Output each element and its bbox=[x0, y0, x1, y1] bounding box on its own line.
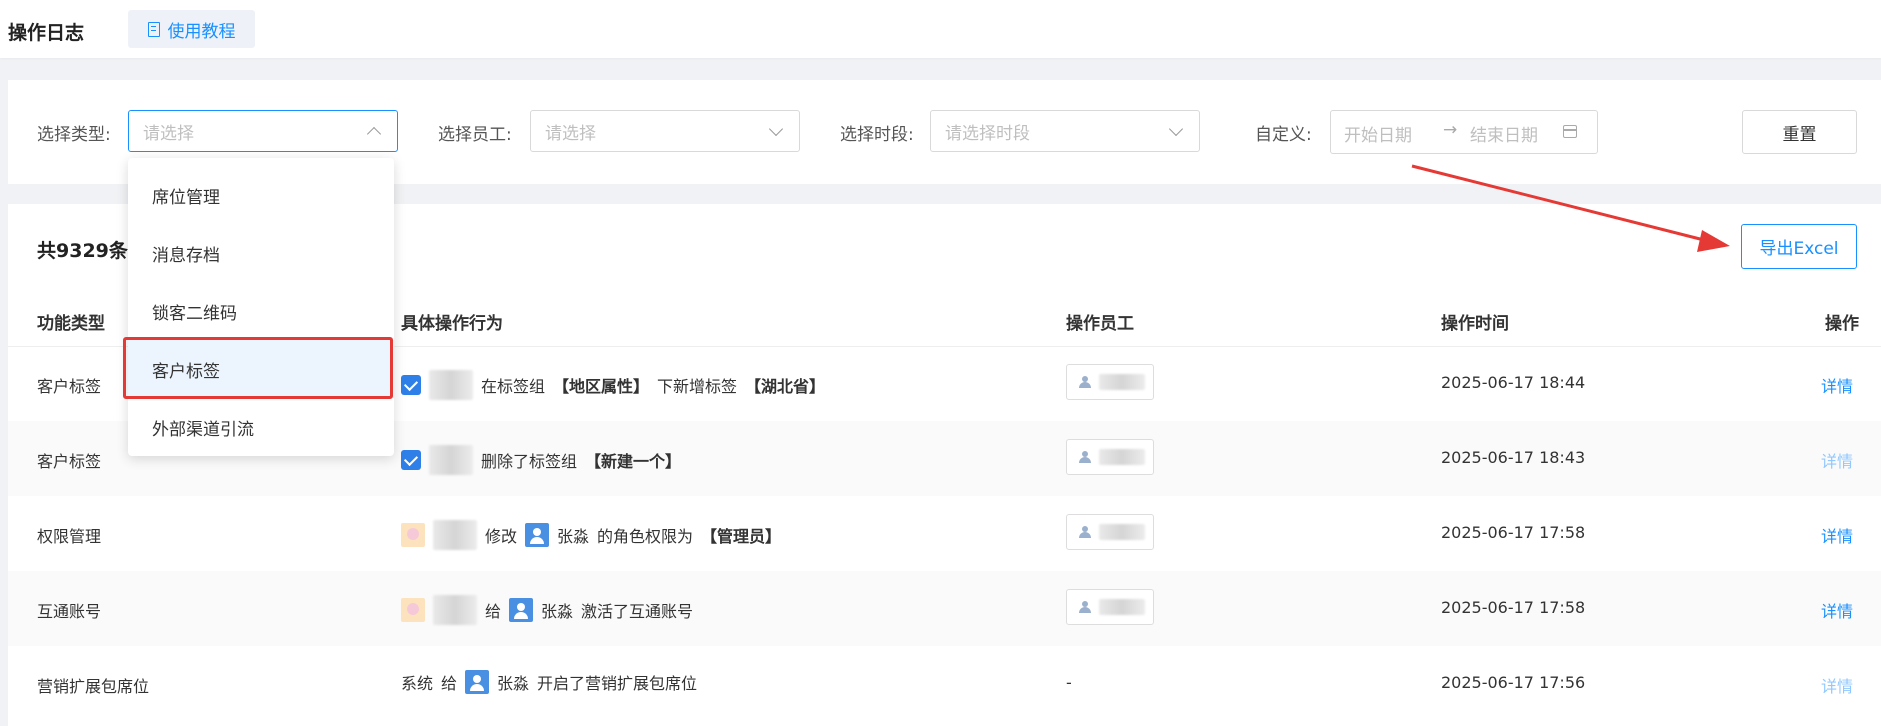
period-select-placeholder: 请选择时段 bbox=[945, 123, 1030, 144]
user-icon bbox=[525, 523, 550, 547]
employee-tag bbox=[1066, 439, 1154, 475]
avatar-icon bbox=[401, 523, 425, 547]
detail-link[interactable]: 详情 bbox=[1821, 448, 1853, 472]
operation-time: 2025-06-17 18:43 bbox=[1441, 448, 1586, 467]
operation-description: 给 张淼 激活了互通账号 bbox=[401, 595, 693, 625]
employee-tag bbox=[1066, 514, 1154, 550]
page-title: 操作日志 bbox=[8, 22, 85, 44]
tutorial-label: 使用教程 bbox=[167, 21, 236, 42]
start-date-input[interactable]: 开始日期 bbox=[1344, 121, 1412, 146]
reset-button[interactable]: 重置 bbox=[1742, 110, 1857, 154]
staff-filter-label: 选择员工: bbox=[438, 125, 512, 145]
redacted-name bbox=[433, 520, 477, 550]
redacted-name bbox=[429, 445, 473, 475]
type-select[interactable]: 请选择 bbox=[128, 110, 398, 152]
user-icon bbox=[465, 670, 490, 694]
column-header: 具体操作行为 bbox=[401, 314, 503, 334]
annotation-highlight-box bbox=[123, 337, 393, 399]
dropdown-option-external-channel[interactable]: 外部渠道引流 bbox=[128, 398, 394, 456]
chevron-up-icon bbox=[366, 126, 382, 142]
top-bar: 操作日志 使用教程 bbox=[0, 0, 1881, 58]
function-type: 权限管理 bbox=[37, 527, 102, 546]
employee-tag bbox=[1066, 364, 1154, 400]
end-date-input[interactable]: 结束日期 bbox=[1470, 121, 1538, 146]
user-icon bbox=[509, 598, 534, 622]
detail-link[interactable]: 详情 bbox=[1821, 673, 1853, 697]
function-type: 客户标签 bbox=[37, 377, 102, 396]
book-icon bbox=[147, 21, 160, 37]
chevron-down-icon bbox=[768, 121, 784, 137]
employee-tag bbox=[1066, 589, 1154, 625]
table-row: 互通账号 给 张淼 激活了互通账号 2025-06-17 17:58 详情 bbox=[8, 571, 1881, 646]
employee-empty: - bbox=[1066, 673, 1072, 692]
redacted-name bbox=[433, 595, 477, 625]
type-select-placeholder: 请选择 bbox=[143, 123, 194, 144]
operation-time: 2025-06-17 17:58 bbox=[1441, 523, 1586, 542]
avatar-icon bbox=[401, 598, 425, 622]
operation-description: 在标签组 【地区属性】 下新增标签 【湖北省】 bbox=[401, 370, 825, 400]
export-excel-button[interactable]: 导出Excel bbox=[1741, 224, 1857, 269]
operation-time: 2025-06-17 18:44 bbox=[1441, 373, 1586, 392]
person-icon bbox=[1079, 451, 1091, 463]
column-header: 操作 bbox=[1825, 314, 1859, 334]
person-icon bbox=[1079, 526, 1091, 538]
operation-description: 系统 给 张淼 开启了营销扩展包席位 bbox=[401, 670, 697, 694]
person-icon bbox=[1079, 376, 1091, 388]
dropdown-option-lock-qrcode[interactable]: 锁客二维码 bbox=[128, 282, 394, 340]
operation-description: 修改 张淼 的角色权限为 【管理员】 bbox=[401, 520, 781, 550]
check-icon bbox=[401, 450, 421, 470]
table-row: 营销扩展包席位 系统 给 张淼 开启了营销扩展包席位 - 2025-06-17 … bbox=[8, 646, 1881, 721]
period-select[interactable]: 请选择时段 bbox=[930, 110, 1200, 152]
column-header: 操作员工 bbox=[1066, 314, 1134, 334]
staff-select-placeholder: 请选择 bbox=[545, 123, 596, 144]
detail-link[interactable]: 详情 bbox=[1821, 373, 1853, 397]
function-type: 营销扩展包席位 bbox=[37, 677, 150, 696]
table-row: 权限管理 修改 张淼 的角色权限为 【管理员】 2025-06-17 17:58 … bbox=[8, 496, 1881, 571]
chevron-down-icon bbox=[1168, 121, 1184, 137]
type-dropdown-menu: 席位管理 消息存档 锁客二维码 客户标签 外部渠道引流 bbox=[128, 158, 394, 456]
range-arrow: → bbox=[1443, 120, 1458, 140]
function-type: 客户标签 bbox=[37, 452, 102, 471]
redacted-name bbox=[1099, 524, 1145, 540]
operation-time: 2025-06-17 17:58 bbox=[1441, 598, 1586, 617]
calendar-icon bbox=[1563, 125, 1577, 138]
custom-date-label: 自定义: bbox=[1255, 125, 1312, 145]
redacted-name bbox=[1099, 449, 1145, 465]
detail-link[interactable]: 详情 bbox=[1821, 523, 1853, 547]
operation-description: 删除了标签组 【新建一个】 bbox=[401, 445, 681, 475]
person-icon bbox=[1079, 601, 1091, 613]
redacted-name bbox=[429, 370, 473, 400]
column-header: 操作时间 bbox=[1441, 314, 1509, 334]
dropdown-option-message-archive[interactable]: 消息存档 bbox=[128, 224, 394, 282]
dropdown-option-seat-management[interactable]: 席位管理 bbox=[128, 166, 394, 224]
function-type: 互通账号 bbox=[37, 602, 102, 621]
operation-time: 2025-06-17 17:56 bbox=[1441, 673, 1586, 692]
detail-link[interactable]: 详情 bbox=[1821, 598, 1853, 622]
check-icon bbox=[401, 375, 421, 395]
redacted-name bbox=[1099, 374, 1145, 390]
tutorial-button[interactable]: 使用教程 bbox=[128, 10, 255, 48]
type-filter-label: 选择类型: bbox=[37, 125, 111, 145]
date-range-picker[interactable]: 开始日期 → 结束日期 bbox=[1330, 110, 1598, 154]
staff-select[interactable]: 请选择 bbox=[530, 110, 800, 152]
period-filter-label: 选择时段: bbox=[840, 125, 914, 145]
column-header: 功能类型 bbox=[37, 314, 105, 334]
redacted-name bbox=[1099, 599, 1145, 615]
